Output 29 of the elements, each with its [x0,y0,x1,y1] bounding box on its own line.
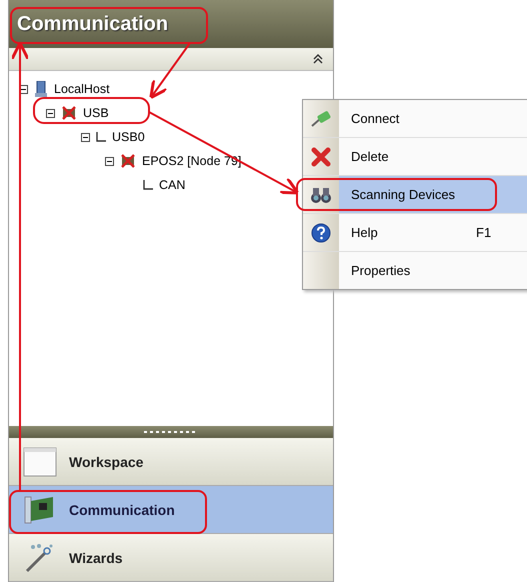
grip-icon[interactable] [144,430,198,434]
menu-item[interactable]: Scanning Devices [303,176,527,214]
tree-item[interactable]: USB [83,106,109,120]
nav-button[interactable]: Workspace [9,438,333,486]
collapse-icon[interactable] [313,54,323,64]
panel-title: Communication [17,14,168,34]
delete-icon [311,146,331,166]
menu-item[interactable]: Connect [303,100,527,138]
window-icon [23,446,57,476]
tree-item[interactable]: USB0 [112,130,145,144]
shortcut-label: F1 [476,225,492,240]
nav-button[interactable]: Wizards [9,534,333,582]
expander-icon[interactable] [81,132,90,142]
computer-icon [34,81,48,97]
disconnected-device-icon [120,154,136,168]
expander-icon[interactable] [105,156,114,166]
menu-item[interactable]: Help F1 [303,214,527,252]
tree-connector-icon [143,180,153,190]
tree-connector-icon [96,132,106,142]
disconnected-device-icon [61,106,77,120]
binoculars-icon [310,186,332,202]
annotation-arrow [149,42,191,100]
expander-icon[interactable] [46,108,55,118]
nav-button[interactable]: Communication [9,486,333,534]
help-icon [311,222,331,242]
plug-icon [310,110,332,128]
tree-item[interactable]: CAN [159,178,186,192]
menu-item[interactable]: Properties [303,252,527,289]
tree-item[interactable]: LocalHost [54,82,110,96]
